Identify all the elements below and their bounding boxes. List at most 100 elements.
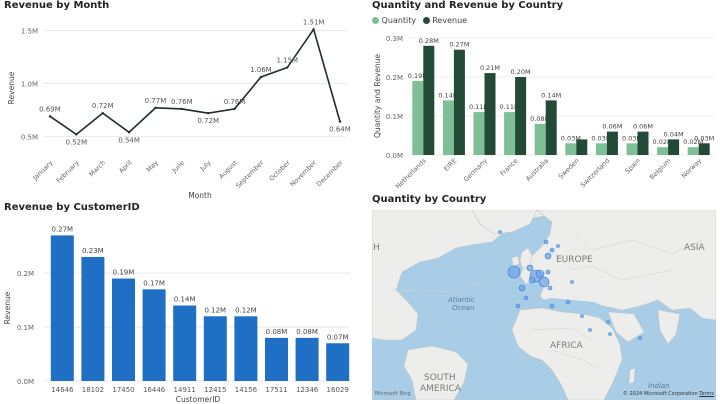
bar-customer	[295, 337, 319, 381]
bar-quantity	[412, 80, 424, 155]
data-label: 0.12M	[235, 306, 257, 314]
bar-quantity	[565, 143, 577, 155]
revenue-line	[49, 27, 341, 136]
data-label: 0.06M	[602, 123, 622, 131]
y-tick-label: 1.0M	[21, 80, 38, 88]
bar-customer	[326, 343, 350, 381]
bar-quantity	[534, 123, 546, 155]
revenue-by-month-chart: 0.5M 1.0M 1.5M 0.69M January 0.52M February 0.7…	[7, 18, 351, 200]
bar-customer	[203, 316, 227, 381]
bar-revenue	[484, 73, 496, 155]
y-axis-title: Revenue	[7, 71, 16, 104]
data-label: 0.27M	[51, 225, 73, 233]
revenue-by-month-panel: Revenue by Month 0.5M 1.0M 1.5M 0.69M Januar…	[0, 0, 356, 200]
bar-customer	[112, 278, 135, 381]
x-tick-label: Netherlands	[394, 156, 428, 190]
x-tick-label: August	[217, 158, 239, 180]
y-tick-label: 0.0M	[17, 378, 34, 386]
x-tick-label: Switzerland	[579, 157, 611, 189]
data-label: 0.54M	[118, 136, 140, 144]
x-tick-label: October	[268, 159, 292, 183]
bar-quantity	[473, 112, 485, 155]
data-label: 0.08M	[266, 328, 288, 336]
line-point	[338, 120, 342, 123]
bar-quantity	[504, 112, 516, 155]
data-label: 0.72M	[197, 117, 219, 125]
quantity-by-country-title: Quantity by Country	[372, 194, 487, 205]
data-label: 1.15M	[276, 57, 298, 65]
x-tick-label: 12415	[204, 386, 226, 394]
ocean-label-atlantic: Atlantic	[447, 296, 475, 304]
data-label: 0.77M	[145, 97, 167, 105]
line-point	[259, 75, 263, 79]
ocean-label-ocean: Ocean	[452, 304, 474, 312]
revenue-by-customer-panel: Revenue by CustomerID 0.0M 0.1M 0.2M 0.27M 1…	[0, 200, 356, 404]
line-point	[180, 107, 184, 111]
x-tick-label: 17511	[265, 386, 287, 394]
y-tick-label: 0.2M	[386, 74, 403, 82]
map-label-america: AMERICA	[420, 384, 462, 394]
data-label: 0.14M	[174, 296, 196, 304]
data-label: 0.20M	[511, 68, 531, 76]
x-tick-label: Australia	[524, 157, 550, 183]
data-label: 0.23M	[82, 247, 104, 255]
x-tick-label: 14646	[51, 386, 74, 394]
bar-revenue	[668, 139, 680, 155]
x-tick-label: Norway	[680, 157, 703, 180]
map-label-h: H	[373, 243, 380, 253]
y-tick-label: 0.1M	[386, 113, 403, 121]
africa-land	[511, 307, 623, 400]
data-label: 0.08M	[296, 328, 318, 336]
map-view[interactable]: H EUROPE ASIA AFRICA SOUTH AMERICA Atlan…	[372, 210, 716, 400]
x-tick-label: May	[145, 159, 160, 174]
bar-revenue	[453, 49, 465, 156]
bar-customer	[265, 337, 288, 381]
bar-quantity	[442, 100, 454, 155]
data-label: 0.69M	[39, 105, 61, 113]
map-svg: H EUROPE ASIA AFRICA SOUTH AMERICA Atlan…	[372, 210, 716, 400]
map-label-europe: EUROPE	[556, 255, 593, 265]
line-point	[127, 131, 131, 134]
data-label: 0.76M	[224, 98, 246, 106]
x-tick-label: EIRE	[442, 157, 458, 173]
x-tick-label: 17450	[112, 386, 134, 394]
data-label: 0.03M	[694, 134, 714, 142]
bar-revenue	[545, 100, 557, 155]
attribution-text: © 2024 Microsoft Corporation	[622, 391, 698, 397]
y-tick-label: 1.5M	[21, 27, 38, 35]
line-point	[101, 111, 104, 115]
line-point	[233, 107, 236, 111]
x-tick-label: 14156	[235, 386, 258, 394]
terms-link[interactable]: Terms	[699, 391, 714, 397]
x-tick-label: April	[117, 159, 133, 175]
data-label: 0.72M	[92, 102, 114, 110]
x-tick-label: June	[170, 159, 186, 175]
x-tick-label: Spain	[623, 157, 642, 176]
data-label: 1.51M	[303, 18, 325, 26]
y-tick-label: 0.5M	[21, 134, 38, 142]
data-label: 0.76M	[171, 98, 193, 106]
x-tick-label: January	[31, 159, 55, 183]
bar-revenue	[606, 131, 618, 155]
data-label: 1.06M	[250, 66, 272, 74]
x-tick-label: February	[55, 159, 81, 185]
bar-quantity	[657, 147, 669, 155]
data-label: 0.52M	[66, 138, 88, 146]
quantity-revenue-country-chart: 0.0M0.1M0.2M0.3M0.19M0.28MNetherlands0.1…	[373, 35, 714, 190]
line-point	[75, 133, 78, 136]
x-tick-label: Belgium	[648, 157, 673, 182]
bar-revenue	[515, 77, 527, 155]
ocean-label-indian: Indian	[648, 382, 670, 390]
bar-revenue	[698, 143, 710, 155]
bing-logo: Microsoft Bing	[375, 391, 411, 397]
data-label: 0.21M	[480, 64, 500, 72]
x-axis-title: CustomerID	[176, 395, 221, 404]
x-tick-label: Germany	[462, 157, 489, 184]
bar-revenue	[423, 45, 435, 155]
ireland-land	[511, 255, 520, 267]
data-label: 0.64M	[329, 126, 351, 134]
bar-quantity	[687, 147, 699, 155]
bar-revenue	[637, 131, 649, 155]
data-label: 0.04M	[664, 130, 684, 138]
bar-quantity	[626, 143, 638, 155]
